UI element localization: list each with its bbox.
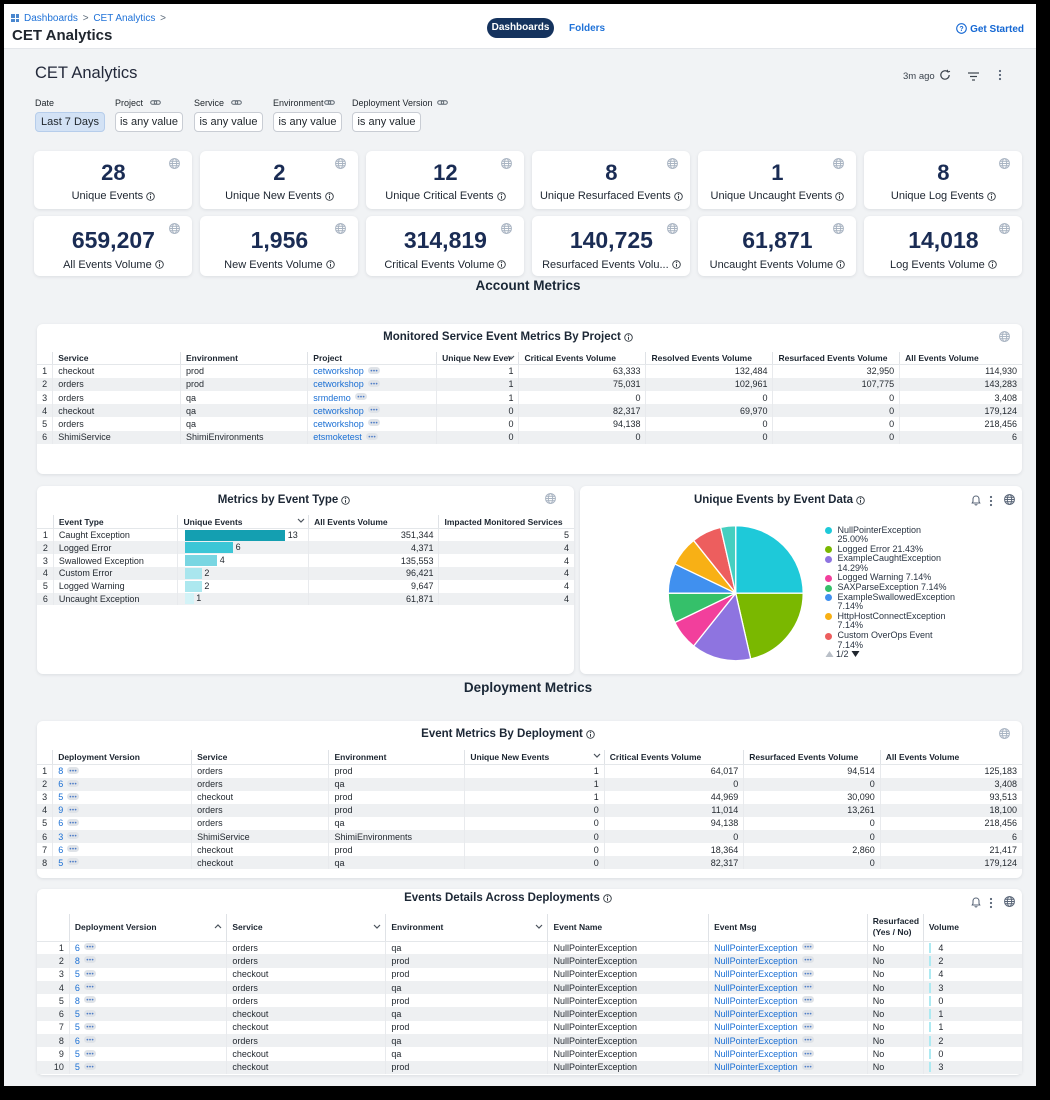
svg-text:?: ?	[959, 26, 963, 33]
